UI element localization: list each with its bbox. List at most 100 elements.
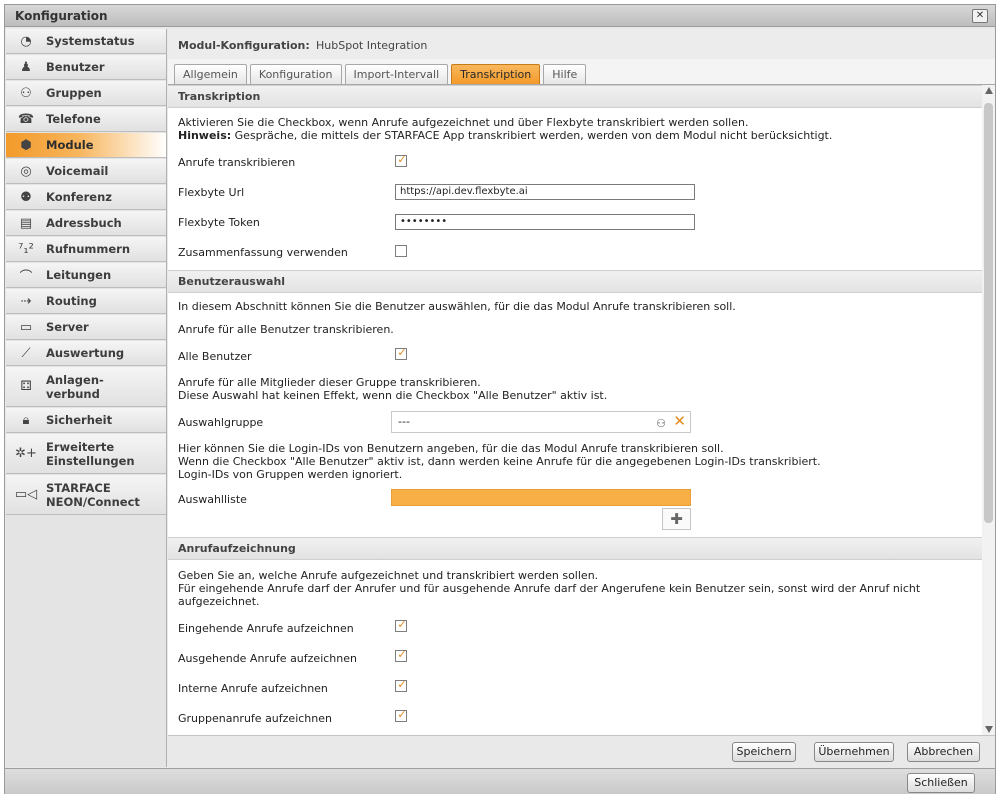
sidebar-item-label: Gruppen (46, 86, 102, 100)
sidebar-item-label: Konferenz (46, 190, 112, 204)
action-bar: Speichern Übernehmen Abbrechen (168, 735, 995, 767)
configuration-window: Konfiguration ✕ ◔ Systemstatus ♟ Benutze… (4, 4, 996, 794)
module-header-label: Modul-Konfiguration: (178, 39, 310, 52)
group-select-field[interactable]: --- ⚇ ✕ (391, 411, 691, 433)
internal-calls-label: Interne Anrufe aufzeichnen (178, 682, 328, 695)
sidebar-item-module[interactable]: ⬢ Module (6, 133, 166, 158)
section-heading-transkription: Transkription (168, 85, 982, 108)
sidebar-item-label: Sicherheit (46, 413, 113, 427)
phone-numbers-icon: ⁷₁² (18, 241, 34, 257)
close-window-button[interactable]: ✕ (972, 9, 988, 23)
flexbyte-token-field[interactable]: •••••••• (395, 214, 695, 230)
sidebar-item-label: Benutzer (46, 60, 105, 74)
recording-text-3: aufgezeichnet. (178, 595, 260, 608)
cancel-button[interactable]: Abbrechen (907, 742, 980, 762)
sidebar-item-systemstatus[interactable]: ◔ Systemstatus (6, 29, 166, 54)
sidebar-item-telefone[interactable]: ☎ Telefone (6, 107, 166, 132)
sidebar-item-gruppen[interactable]: ⚇ Gruppen (6, 81, 166, 106)
conference-icon: ⚉ (20, 189, 32, 205)
system-status-icon: ◔ (20, 33, 32, 49)
sidebar-item-routing[interactable]: ⇢ Routing (6, 289, 166, 314)
sidebar-item-label: Auswertung (46, 346, 125, 360)
summary-label: Zusammenfassung verwenden (178, 246, 348, 259)
form-content: Transkription Aktivieren Sie die Checkbo… (168, 85, 982, 735)
sidebar-item-voicemail[interactable]: ◎ Voicemail (6, 159, 166, 184)
flexbyte-url-field[interactable]: https://api.dev.flexbyte.ai (395, 184, 695, 200)
check-icon: ✓ (397, 708, 407, 721)
group-text-1: Anrufe für alle Mitglieder dieser Gruppe… (178, 376, 481, 389)
check-icon: ✓ (397, 648, 407, 661)
close-button[interactable]: Schließen (907, 773, 975, 793)
lock-icon: 🔒︎ (22, 412, 30, 428)
clear-group-icon[interactable]: ✕ (673, 411, 686, 431)
tab-bar: Allgemein Konfiguration Import-Intervall… (174, 64, 587, 84)
transcribe-checkbox[interactable]: ✓ (395, 153, 407, 167)
tab-hilfe[interactable]: Hilfe (543, 64, 587, 84)
module-header-name: HubSpot Integration (316, 39, 428, 52)
benutzerauswahl-intro: In diesem Abschnitt können Sie die Benut… (178, 300, 736, 313)
recording-text-2: Für eingehende Anrufe darf der Anrufer u… (178, 582, 921, 595)
phone-icon: ☎ (17, 111, 35, 127)
sidebar-item-starface-neon-connect[interactable]: ▭◁ STARFACE NEON/Connect (6, 475, 166, 515)
all-users-text: Anrufe für alle Benutzer transkribieren. (178, 323, 394, 336)
internal-calls-checkbox[interactable]: ✓ (395, 678, 407, 692)
section-heading-benutzerauswahl: Benutzerauswahl (168, 270, 982, 293)
login-text-2: Wenn die Checkbox "Alle Benutzer" aktiv … (178, 455, 821, 468)
sidebar-item-label: Rufnummern (46, 242, 131, 256)
tab-konfiguration[interactable]: Konfiguration (249, 64, 342, 84)
content-scrollbar[interactable] (982, 85, 995, 735)
module-header: Modul-Konfiguration: HubSpot Integration (168, 29, 995, 59)
sidebar-item-erweiterte-einstellungen[interactable]: ✲+ Erweiterte Einstellungen (6, 434, 166, 474)
flexbyte-url-label: Flexbyte Url (178, 186, 245, 199)
module-cube-icon: ⬢ (20, 137, 32, 153)
check-icon: ✓ (397, 618, 407, 631)
sidebar-item-adressbuch[interactable]: ▤ Adressbuch (6, 211, 166, 236)
sidebar-item-server[interactable]: ▭ Server (6, 315, 166, 340)
sidebar-item-anlagenverbund[interactable]: ⚃ Anlagen- verbund (6, 367, 166, 407)
server-icon: ▭ (19, 319, 33, 335)
tab-import-intervall[interactable]: Import-Intervall (344, 64, 449, 84)
voicemail-icon: ◎ (20, 163, 32, 179)
save-button[interactable]: Speichern (732, 742, 796, 762)
group-text-2: Diese Auswahl hat keinen Effekt, wenn di… (178, 389, 608, 402)
summary-checkbox[interactable] (395, 245, 407, 257)
sidebar-item-rufnummern[interactable]: ⁷₁² Rufnummern (6, 237, 166, 262)
incoming-calls-checkbox[interactable]: ✓ (395, 618, 407, 632)
scroll-down-arrow-icon[interactable] (985, 726, 993, 733)
outgoing-calls-checkbox[interactable]: ✓ (395, 648, 407, 662)
tab-transkription[interactable]: Transkription (451, 64, 541, 84)
group-select-label: Auswahlgruppe (178, 416, 264, 429)
addressbook-icon: ▤ (19, 215, 33, 231)
sidebar: ◔ Systemstatus ♟ Benutzer ⚇ Gruppen ☎ Te… (6, 29, 167, 767)
recording-text-1: Geben Sie an, welche Anrufe aufgezeichne… (178, 569, 599, 582)
login-text-1: Hier können Sie die Login-IDs von Benutz… (178, 442, 724, 455)
sidebar-item-label: Telefone (46, 112, 101, 126)
section-heading-anrufaufzeichnung: Anrufaufzeichnung (168, 537, 982, 560)
sidebar-item-label: Systemstatus (46, 34, 135, 48)
scrollbar-thumb[interactable] (984, 103, 993, 523)
add-entry-button[interactable]: ✚ (662, 508, 691, 530)
group-calls-checkbox[interactable]: ✓ (395, 708, 407, 722)
video-camera-icon: ▭◁ (14, 487, 38, 502)
lines-icon: ⌒ (19, 269, 33, 285)
tab-allgemein[interactable]: Allgemein (174, 64, 247, 84)
all-users-checkbox[interactable]: ✓ (395, 346, 407, 360)
sidebar-item-sicherheit[interactable]: 🔒︎ Sicherheit (6, 408, 166, 433)
sidebar-item-label: Server (46, 320, 89, 334)
sidebar-item-benutzer[interactable]: ♟ Benutzer (6, 55, 166, 80)
network-icon: ⚃ (20, 379, 32, 394)
sidebar-item-konferenz[interactable]: ⚉ Konferenz (6, 185, 166, 210)
sidebar-item-label: Voicemail (46, 164, 109, 178)
apply-button[interactable]: Übernehmen (814, 742, 894, 762)
check-icon: ✓ (397, 678, 407, 691)
sidebar-item-leitungen[interactable]: ⌒ Leitungen (6, 263, 166, 288)
chart-icon: ⟋ (21, 345, 31, 361)
group-icon: ⚇ (20, 85, 32, 101)
scroll-up-arrow-icon[interactable] (985, 87, 993, 94)
main-panel: Modul-Konfiguration: HubSpot Integration… (168, 29, 995, 767)
selection-list-entry[interactable] (391, 489, 691, 506)
choose-group-icon[interactable]: ⚇ (656, 414, 666, 434)
transcribe-label: Anrufe transkribieren (178, 156, 296, 169)
sidebar-item-label: STARFACE NEON/Connect (46, 480, 140, 509)
sidebar-item-auswertung[interactable]: ⟋ Auswertung (6, 341, 166, 366)
